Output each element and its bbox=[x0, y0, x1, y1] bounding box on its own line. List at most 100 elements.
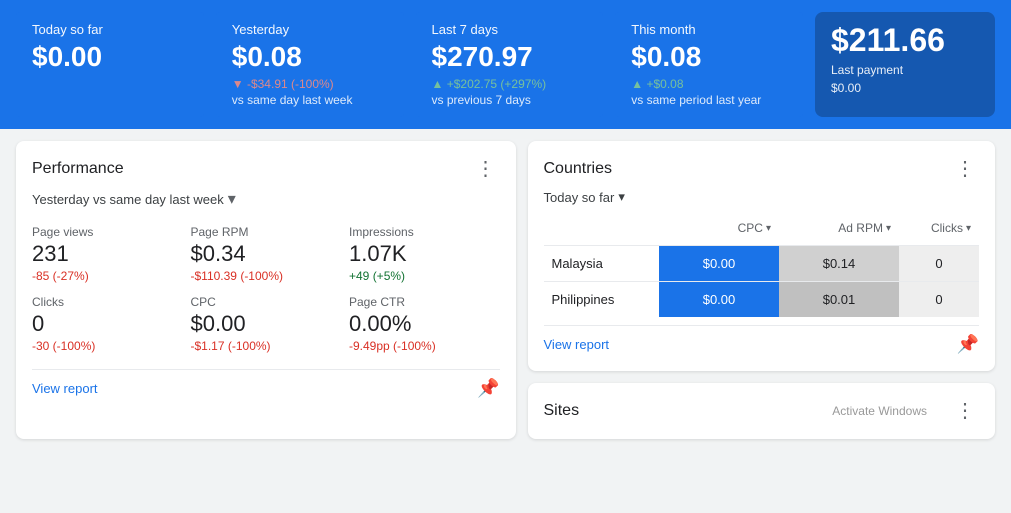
sites-header: Sites Activate Windows ⋮ bbox=[544, 399, 980, 423]
today-card: Today so far $0.00 bbox=[16, 12, 204, 117]
metrics-grid: Page views 231 -85 (-27%) Page RPM $0.34… bbox=[32, 225, 500, 353]
metric-clicks-value: 0 bbox=[32, 311, 183, 337]
main-content: Performance ⋮ Yesterday vs same day last… bbox=[0, 129, 1011, 451]
metric-cpc-label: CPC bbox=[191, 295, 342, 309]
country-philippines-name: Philippines bbox=[544, 282, 660, 317]
country-philippines-adRpm: $0.01 bbox=[779, 282, 899, 317]
yesterday-change: ▼ -$34.91 (-100%) bbox=[232, 77, 388, 91]
metric-pagectr-change: -9.49pp (-100%) bbox=[349, 339, 500, 353]
countries-period-label: Today so far bbox=[544, 190, 615, 205]
performance-title: Performance bbox=[32, 160, 124, 178]
last7days-card: Last 7 days $270.97 ▲ +$202.75 (+297%) v… bbox=[416, 12, 604, 117]
metric-impressions-change: +49 (+5%) bbox=[349, 269, 500, 283]
balance-card: $211.66 Last payment $0.00 bbox=[815, 12, 995, 117]
right-section: Countries ⋮ Today so far ▾ CPC ▾ Ad RPM … bbox=[528, 141, 996, 439]
last-payment-label: Last payment bbox=[831, 63, 979, 77]
performance-view-report-link[interactable]: View report bbox=[32, 381, 98, 396]
metric-pagerpm-value: $0.34 bbox=[191, 241, 342, 267]
performance-period-selector[interactable]: Yesterday vs same day last week ▾ bbox=[32, 189, 500, 209]
metric-cpc-value: $0.00 bbox=[191, 311, 342, 337]
metric-pagerpm: Page RPM $0.34 -$110.39 (-100%) bbox=[191, 225, 342, 283]
metric-pagectr: Page CTR 0.00% -9.49pp (-100%) bbox=[349, 295, 500, 353]
performance-view-report-row: View report 📌 bbox=[32, 378, 500, 399]
country-philippines-clicks: 0 bbox=[899, 282, 979, 317]
metric-pagectr-label: Page CTR bbox=[349, 295, 500, 309]
th-clicks-label: Clicks bbox=[931, 221, 963, 235]
sites-more-button[interactable]: ⋮ bbox=[951, 399, 979, 423]
performance-header: Performance ⋮ bbox=[32, 157, 500, 181]
activate-windows-text: Activate Windows bbox=[824, 400, 935, 422]
metric-clicks: Clicks 0 -30 (-100%) bbox=[32, 295, 183, 353]
countries-card: Countries ⋮ Today so far ▾ CPC ▾ Ad RPM … bbox=[528, 141, 996, 371]
performance-card: Performance ⋮ Yesterday vs same day last… bbox=[16, 141, 516, 439]
thismonth-label: This month bbox=[631, 22, 787, 37]
performance-divider bbox=[32, 369, 500, 370]
thismonth-amount: $0.08 bbox=[631, 41, 787, 73]
country-malaysia-name: Malaysia bbox=[544, 246, 660, 281]
thismonth-card: This month $0.08 ▲ +$0.08 vs same period… bbox=[615, 12, 803, 117]
countries-pin-icon: 📌 bbox=[957, 334, 979, 355]
th-cpc-label: CPC bbox=[738, 221, 763, 235]
metric-clicks-label: Clicks bbox=[32, 295, 183, 309]
last7days-change-value: ▲ +$202.75 (+297%) bbox=[432, 77, 547, 91]
th-adRpm[interactable]: Ad RPM ▾ bbox=[779, 217, 899, 239]
last7days-sublabel: vs previous 7 days bbox=[432, 93, 588, 107]
yesterday-amount: $0.08 bbox=[232, 41, 388, 73]
metric-pagerpm-label: Page RPM bbox=[191, 225, 342, 239]
yesterday-card: Yesterday $0.08 ▼ -$34.91 (-100%) vs sam… bbox=[216, 12, 404, 117]
th-adRpm-arrow: ▾ bbox=[886, 223, 891, 234]
countries-divider bbox=[544, 325, 980, 326]
thismonth-change-value: ▲ +$0.08 bbox=[631, 77, 683, 91]
performance-more-button[interactable]: ⋮ bbox=[472, 157, 500, 181]
countries-title: Countries bbox=[544, 160, 612, 178]
countries-period-arrow: ▾ bbox=[618, 189, 625, 205]
metric-clicks-change: -30 (-100%) bbox=[32, 339, 183, 353]
th-adRpm-label: Ad RPM bbox=[838, 221, 883, 235]
thismonth-change: ▲ +$0.08 bbox=[631, 77, 787, 91]
metric-cpc: CPC $0.00 -$1.17 (-100%) bbox=[191, 295, 342, 353]
last7days-change: ▲ +$202.75 (+297%) bbox=[432, 77, 588, 91]
balance-amount: $211.66 bbox=[831, 22, 979, 59]
countries-view-report-row: View report 📌 bbox=[544, 334, 980, 355]
metric-impressions-value: 1.07K bbox=[349, 241, 500, 267]
country-row-philippines: Philippines $0.00 $0.01 0 bbox=[544, 281, 980, 317]
last7days-amount: $270.97 bbox=[432, 41, 588, 73]
sites-title: Sites bbox=[544, 402, 580, 420]
yesterday-change-value: ▼ -$34.91 (-100%) bbox=[232, 77, 334, 91]
countries-more-button[interactable]: ⋮ bbox=[951, 157, 979, 181]
th-clicks[interactable]: Clicks ▾ bbox=[899, 217, 979, 239]
today-amount: $0.00 bbox=[32, 41, 188, 73]
metric-pagerpm-change: -$110.39 (-100%) bbox=[191, 269, 342, 283]
performance-pin-icon: 📌 bbox=[477, 378, 499, 399]
metric-pagectr-value: 0.00% bbox=[349, 311, 500, 337]
country-row-malaysia: Malaysia $0.00 $0.14 0 bbox=[544, 245, 980, 281]
th-cpc-arrow: ▾ bbox=[766, 223, 771, 234]
metric-impressions-label: Impressions bbox=[349, 225, 500, 239]
countries-header: Countries ⋮ bbox=[544, 157, 980, 181]
metric-pageviews-value: 231 bbox=[32, 241, 183, 267]
today-label: Today so far bbox=[32, 22, 188, 37]
country-malaysia-adRpm: $0.14 bbox=[779, 246, 899, 281]
yesterday-label: Yesterday bbox=[232, 22, 388, 37]
th-country bbox=[544, 217, 660, 239]
country-philippines-cpc: $0.00 bbox=[659, 282, 779, 317]
th-clicks-arrow: ▾ bbox=[966, 223, 971, 234]
thismonth-sublabel: vs same period last year bbox=[631, 93, 787, 107]
countries-period-selector[interactable]: Today so far ▾ bbox=[544, 189, 980, 205]
last-payment-amount: $0.00 bbox=[831, 81, 979, 95]
th-cpc[interactable]: CPC ▾ bbox=[659, 217, 779, 239]
performance-period-label: Yesterday vs same day last week bbox=[32, 192, 224, 207]
country-malaysia-clicks: 0 bbox=[899, 246, 979, 281]
country-malaysia-cpc: $0.00 bbox=[659, 246, 779, 281]
metric-pageviews-label: Page views bbox=[32, 225, 183, 239]
top-bar: Today so far $0.00 Yesterday $0.08 ▼ -$3… bbox=[0, 0, 1011, 129]
metric-pageviews: Page views 231 -85 (-27%) bbox=[32, 225, 183, 283]
performance-period-arrow: ▾ bbox=[228, 189, 236, 209]
countries-view-report-link[interactable]: View report bbox=[544, 337, 610, 352]
countries-table-header: CPC ▾ Ad RPM ▾ Clicks ▾ bbox=[544, 217, 980, 239]
metric-cpc-change: -$1.17 (-100%) bbox=[191, 339, 342, 353]
yesterday-sublabel: vs same day last week bbox=[232, 93, 388, 107]
metric-impressions: Impressions 1.07K +49 (+5%) bbox=[349, 225, 500, 283]
sites-card: Sites Activate Windows ⋮ bbox=[528, 383, 996, 439]
metric-pageviews-change: -85 (-27%) bbox=[32, 269, 183, 283]
